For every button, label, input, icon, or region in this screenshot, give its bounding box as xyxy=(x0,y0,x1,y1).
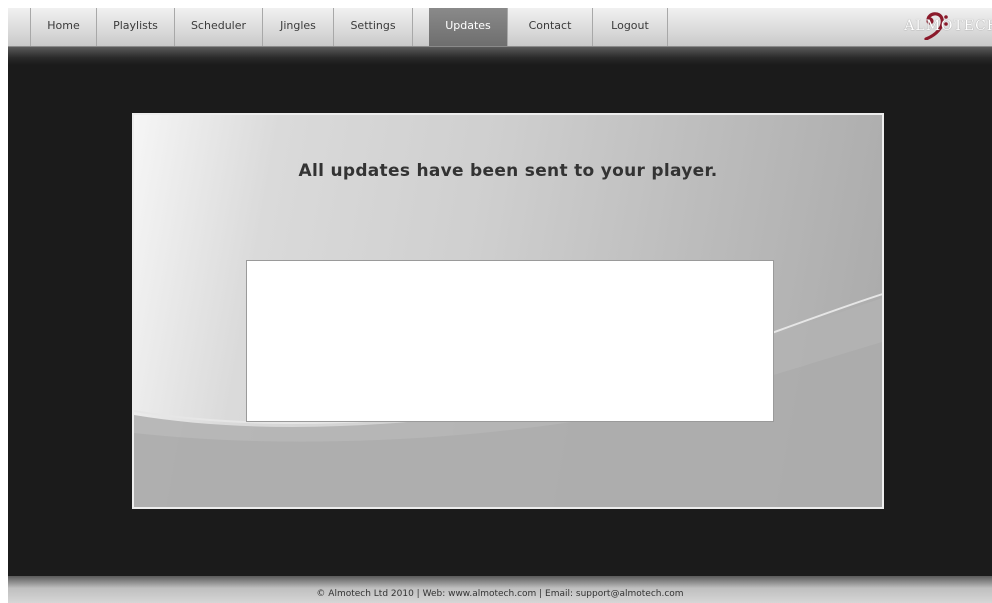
updates-panel: All updates have been sent to your playe… xyxy=(132,113,884,509)
nav-item-label: Logout xyxy=(611,19,649,32)
nav-item-label: Home xyxy=(47,19,80,32)
nav-item-settings[interactable]: Settings xyxy=(334,8,413,46)
page-frame: Home Playlists Scheduler Jingles Setting… xyxy=(8,8,992,603)
logo-text: ALMOTECH xyxy=(904,18,992,34)
nav-item-home[interactable]: Home xyxy=(30,8,97,46)
nav-item-label: Scheduler xyxy=(190,19,247,32)
nav-item-jingles[interactable]: Jingles xyxy=(263,8,334,46)
nav-item-label: Jingles xyxy=(280,19,316,32)
nav-item-label: Contact xyxy=(528,19,572,32)
nav-item-label: Settings xyxy=(350,19,396,32)
nav-item-scheduler[interactable]: Scheduler xyxy=(175,8,263,46)
footer-text: © Almotech Ltd 2010 | Web: www.almotech.… xyxy=(316,589,684,599)
nav-shadow xyxy=(8,47,992,65)
nav-item-contact[interactable]: Contact xyxy=(508,8,593,46)
nav-item-playlists[interactable]: Playlists xyxy=(97,8,175,46)
footer: © Almotech Ltd 2010 | Web: www.almotech.… xyxy=(8,576,992,603)
top-nav-bar: Home Playlists Scheduler Jingles Setting… xyxy=(8,8,992,47)
update-status-message: All updates have been sent to your playe… xyxy=(298,161,718,181)
almotech-logo[interactable]: ALMOTECH xyxy=(894,8,992,46)
updates-log-box xyxy=(246,260,774,422)
nav-item-logout[interactable]: Logout xyxy=(593,8,668,46)
nav-item-label: Playlists xyxy=(113,19,158,32)
nav-item-updates[interactable]: Updates xyxy=(429,8,508,46)
nav-item-label: Updates xyxy=(445,19,491,32)
